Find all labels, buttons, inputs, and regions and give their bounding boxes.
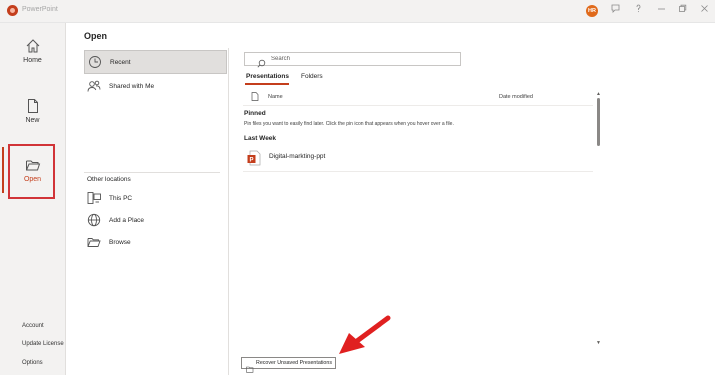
location-shared[interactable]: Shared with Me: [84, 75, 227, 99]
backstage-nav: Home New Open Account Update License Opt…: [0, 23, 66, 375]
pinned-heading: Pinned: [244, 110, 266, 117]
nav-home[interactable]: Home: [0, 38, 65, 64]
restore-icon[interactable]: [678, 4, 687, 16]
close-icon[interactable]: [700, 4, 709, 16]
tab-presentations[interactable]: Presentations: [246, 73, 289, 80]
location-browse-label: Browse: [109, 239, 131, 246]
app-title: PowerPoint: [22, 6, 58, 13]
search-input[interactable]: [271, 54, 451, 64]
nav-update-license[interactable]: Update License: [22, 341, 64, 347]
pane-divider: [228, 48, 229, 375]
scroll-thumb[interactable]: [597, 98, 600, 146]
file-type-icon: [251, 92, 259, 103]
location-shared-label: Shared with Me: [109, 83, 155, 90]
nav-new-label: New: [25, 117, 40, 124]
pinned-description: Pin files you want to easily find later.…: [244, 121, 454, 127]
page-title: Open: [84, 31, 108, 41]
clock-icon: [88, 55, 102, 74]
column-name[interactable]: Name: [268, 94, 283, 100]
computer-icon: [87, 191, 101, 210]
location-add-place[interactable]: Add a Place: [84, 209, 227, 233]
tab-folders[interactable]: Folders: [301, 73, 323, 80]
last-week-heading: Last Week: [244, 135, 277, 142]
file-name: Digital-markting-ppt: [269, 153, 326, 160]
home-icon: [26, 39, 39, 53]
recover-unsaved-label: Recover Unsaved Presentations: [256, 360, 332, 366]
highlight-box: [8, 144, 55, 199]
help-icon[interactable]: [634, 4, 643, 16]
browse-folder-icon: [87, 235, 101, 254]
feedback-icon[interactable]: [611, 4, 620, 16]
new-document-icon: [27, 99, 38, 113]
globe-icon: [87, 213, 101, 232]
location-browse[interactable]: Browse: [84, 231, 227, 255]
header-divider: [243, 105, 593, 106]
nav-options[interactable]: Options: [22, 360, 43, 366]
file-row[interactable]: P Digital-markting-ppt: [243, 146, 593, 172]
folder-icon: [246, 360, 254, 378]
column-date-modified[interactable]: Date modified: [499, 94, 533, 100]
minimize-icon[interactable]: [657, 4, 666, 16]
tab-active-indicator: [245, 83, 289, 85]
divider: [84, 172, 220, 173]
powerpoint-logo-icon: [7, 5, 18, 16]
powerpoint-file-icon: P: [247, 150, 261, 171]
shared-people-icon: [87, 79, 101, 98]
search-box[interactable]: [244, 52, 461, 68]
title-bar: PowerPoint HR: [0, 0, 715, 23]
nav-home-label: Home: [23, 57, 42, 64]
location-this-pc-label: This PC: [109, 195, 133, 202]
scroll-down-icon[interactable]: ▼: [596, 341, 601, 346]
annotation-arrow-icon: [339, 315, 391, 354]
location-recent-label: Recent: [110, 59, 131, 66]
location-this-pc[interactable]: This PC: [84, 187, 227, 211]
search-icon: [257, 55, 266, 73]
nav-new[interactable]: New: [0, 98, 65, 124]
other-locations-heading: Other locations: [87, 176, 131, 183]
location-recent[interactable]: Recent: [84, 50, 227, 74]
recover-unsaved-button[interactable]: Recover Unsaved Presentations: [241, 357, 336, 373]
scrollbar[interactable]: ▲ ▼: [596, 92, 601, 346]
location-add-place-label: Add a Place: [109, 217, 145, 224]
scroll-up-icon[interactable]: ▲: [596, 92, 601, 97]
avatar[interactable]: HR: [586, 5, 598, 17]
svg-text:P: P: [249, 158, 253, 164]
nav-account[interactable]: Account: [22, 323, 44, 329]
